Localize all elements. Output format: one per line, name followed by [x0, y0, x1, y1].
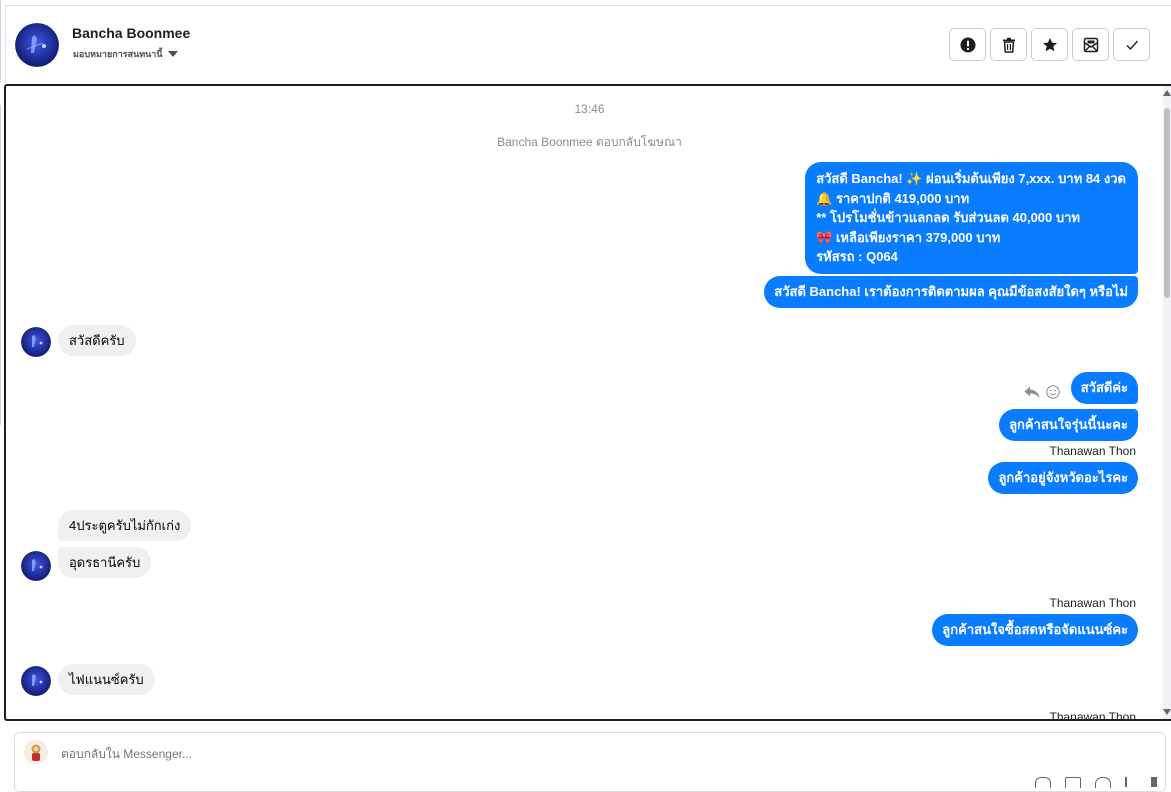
- sender-avatar[interactable]: [21, 551, 51, 581]
- message-thread[interactable]: 13:46 Bancha Boonmee ตอบกลับโฆษณา สวัสดี…: [4, 84, 1171, 721]
- envelope-icon: [1083, 37, 1098, 52]
- trash-icon: [1002, 37, 1015, 53]
- contact-avatar[interactable]: [15, 23, 59, 67]
- incoming-message[interactable]: 4ประตูครับไม่กักเก่ง: [58, 510, 192, 541]
- outgoing-message[interactable]: สวัสดี Bancha! ✨ ผ่อนเริ่มต้นเพียง 7,xxx…: [805, 162, 1138, 274]
- image-icon[interactable]: [1065, 777, 1081, 788]
- send-icon[interactable]: [1151, 777, 1157, 787]
- agent-name: Thanawan Thon: [1049, 596, 1136, 610]
- check-icon: [1126, 40, 1138, 50]
- star-button[interactable]: [1031, 28, 1068, 61]
- agent-name: Thanawan Thon: [1049, 444, 1136, 458]
- contact-name: Bancha Boonmee: [72, 25, 191, 41]
- promo-line: 🎀 เหลือเพียงราคา 379,000 บาท: [816, 229, 1001, 245]
- outgoing-message[interactable]: ลูกค้าอยู่จังหวัดอะไรคะ: [988, 462, 1138, 494]
- incoming-message[interactable]: ไฟแนนซ์ครับ: [58, 664, 155, 695]
- scroll-up-arrow-icon[interactable]: [1163, 90, 1171, 96]
- agent-name: Thanawan Thon: [1049, 710, 1136, 721]
- page-avatar: [24, 740, 48, 764]
- reply-composer: [14, 732, 1166, 792]
- header-actions: [949, 28, 1150, 61]
- outgoing-message[interactable]: ลูกค้าสนใจซื้อสดหรือจัดแนนซ์คะ: [932, 614, 1138, 646]
- tag-icon[interactable]: [1125, 777, 1137, 787]
- ad-reply-note: Bancha Boonmee ตอบกลับโฆษณา: [497, 135, 682, 149]
- assign-label: มอบหมายการสนทนานี้: [73, 49, 163, 59]
- promo-line: ** โปรโมชั่นข้าวแลกลด รับส่วนลด 40,000 บ…: [816, 210, 1080, 225]
- reply-input[interactable]: [61, 747, 761, 761]
- left-divider-bottom: [0, 105, 1, 425]
- incoming-message[interactable]: อุดรธานีครับ: [58, 547, 152, 578]
- message-actions: [1024, 385, 1060, 399]
- promo-line: สวัสดี Bancha! ✨ ผ่อนเริ่มต้นเพียง 7,xxx…: [816, 171, 1126, 186]
- exclamation-circle-icon: [960, 37, 975, 52]
- mark-done-button[interactable]: [1113, 28, 1150, 61]
- outgoing-message[interactable]: สวัสดี Bancha! เราต้องการติดตามผล คุณมีข…: [764, 276, 1138, 308]
- composer-tools: [1035, 777, 1157, 788]
- incoming-message[interactable]: สวัสดีครับ: [58, 325, 136, 356]
- promo-line: รหัสรถ : Q064: [816, 249, 898, 264]
- outgoing-message[interactable]: สวัสดีค่ะ: [1070, 372, 1138, 404]
- attach-icon[interactable]: [1035, 777, 1051, 788]
- conversation-header: Bancha Boonmee มอบหมายการสนทนานี้: [5, 5, 1171, 83]
- reply-icon[interactable]: [1024, 386, 1040, 399]
- caret-down-icon: [167, 51, 178, 57]
- emoji-icon[interactable]: [1095, 777, 1111, 788]
- mark-unread-button[interactable]: [1072, 28, 1109, 61]
- left-divider-top: [0, 0, 1, 82]
- outgoing-message[interactable]: ลูกค้าสนใจรุ่นนี้นะคะ: [999, 409, 1138, 441]
- message-timestamp: 13:46: [574, 102, 605, 116]
- sender-avatar[interactable]: [21, 327, 51, 357]
- delete-button[interactable]: [990, 28, 1027, 61]
- thread-scrollbar[interactable]: [1163, 86, 1171, 719]
- scroll-down-arrow-icon[interactable]: [1163, 709, 1171, 715]
- star-icon: [1042, 37, 1057, 51]
- sender-avatar[interactable]: [21, 666, 51, 696]
- mark-spam-button[interactable]: [949, 28, 986, 61]
- promo-line: 🔔 ราคาปกติ 419,000 บาท: [816, 190, 970, 206]
- assign-conversation-dropdown[interactable]: มอบหมายการสนทนานี้: [73, 47, 178, 61]
- emoji-reaction-icon[interactable]: [1046, 385, 1060, 399]
